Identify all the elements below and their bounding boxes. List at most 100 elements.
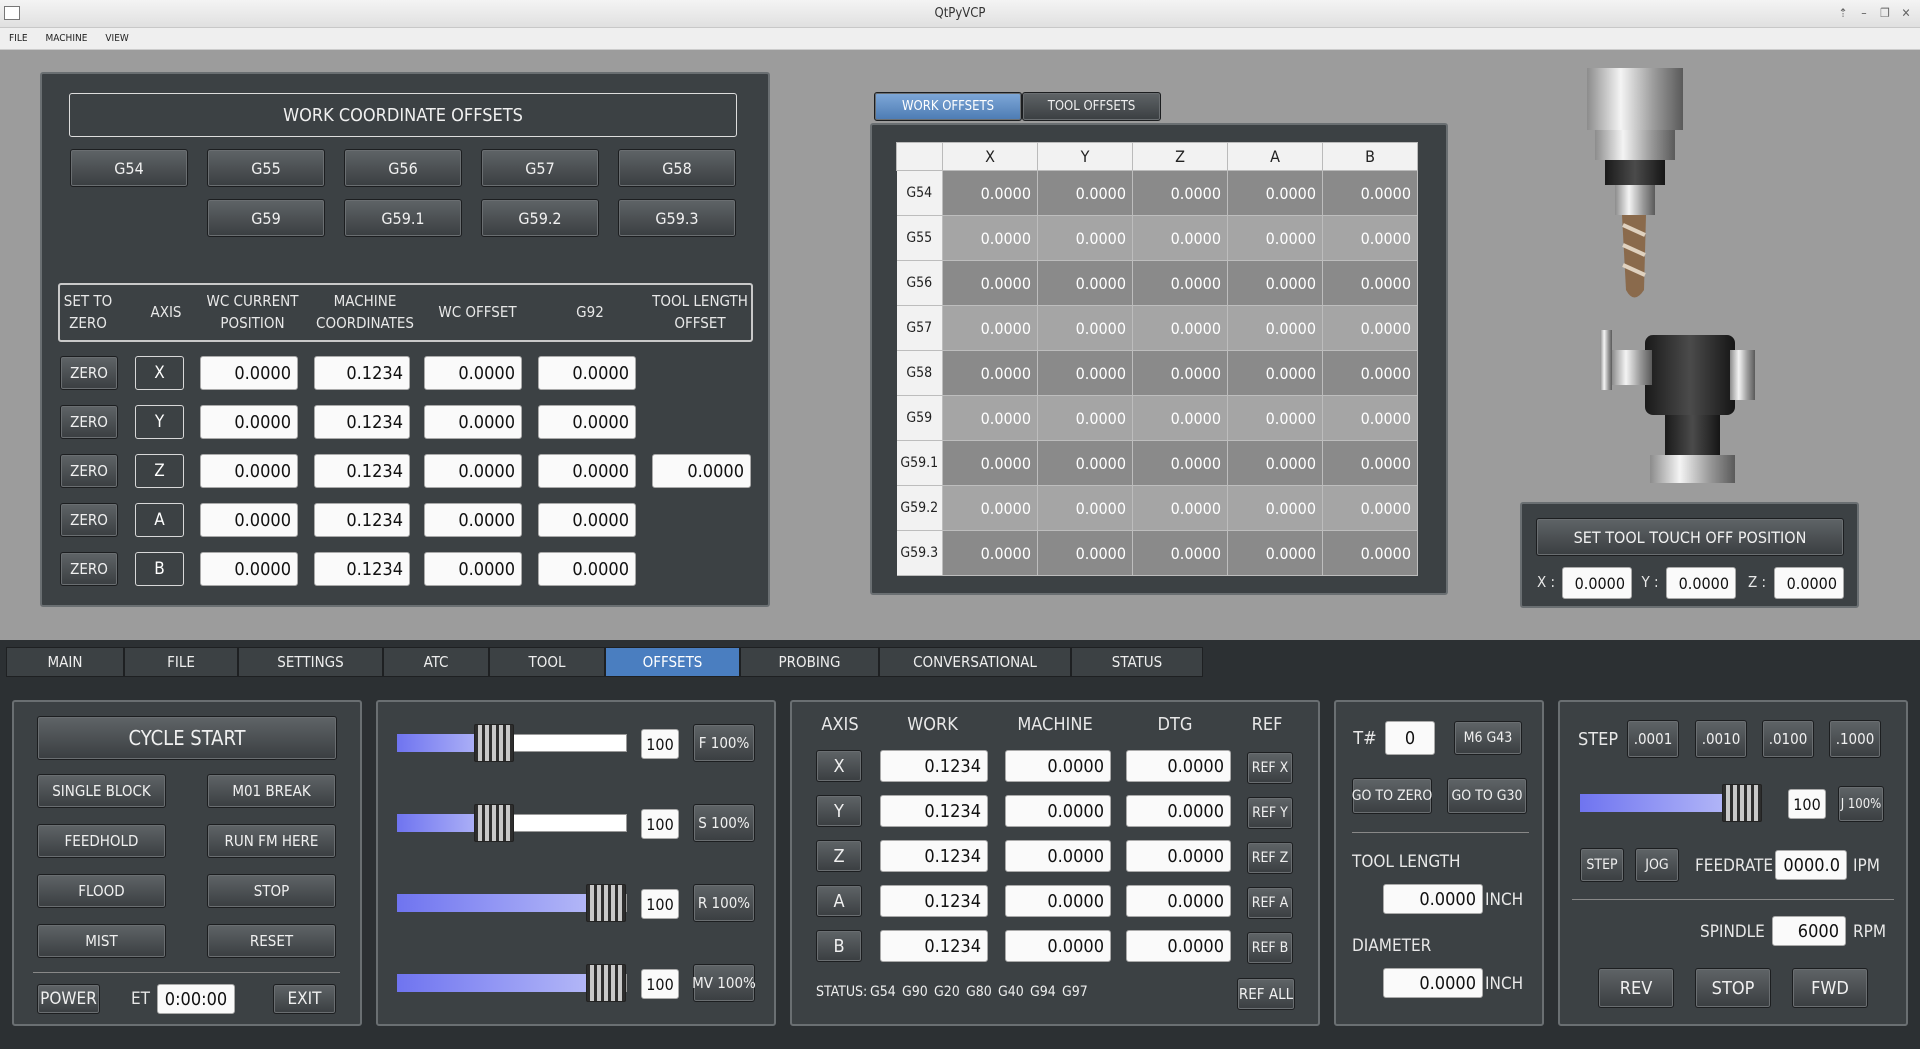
offset-cell[interactable]: 0.0000 [1322, 350, 1418, 396]
set-touchoff-button[interactable]: SET TOOL TOUCH OFF POSITION [1536, 518, 1844, 556]
tab-settings[interactable]: SETTINGS [238, 647, 383, 677]
rapid-slider-handle[interactable] [586, 884, 627, 922]
offset-cell[interactable]: 0.0000 [1322, 170, 1418, 216]
dro-axis-y-button[interactable]: Y [816, 795, 862, 827]
offset-cell[interactable]: 0.0000 [1227, 440, 1323, 486]
go-to-g30-button[interactable]: GO TO G30 [1447, 778, 1527, 814]
offset-cell[interactable]: 0.0000 [1227, 395, 1323, 441]
wco-g54-button[interactable]: G54 [70, 149, 188, 187]
offset-cell[interactable]: 0.0000 [942, 440, 1038, 486]
dro-axis-b-button[interactable]: B [816, 930, 862, 962]
offset-cell[interactable]: 0.0000 [1037, 170, 1133, 216]
spindle-fwd-button[interactable]: FWD [1792, 968, 1868, 1008]
step-0100-button[interactable]: .0100 [1762, 720, 1814, 758]
menu-view[interactable]: VIEW [96, 28, 137, 50]
spindle-rpm-field[interactable]: 6000 [1772, 916, 1846, 946]
spindle-override-button[interactable]: S 100% [693, 804, 755, 842]
offset-cell[interactable]: 0.0000 [1132, 530, 1228, 576]
offset-cell[interactable]: 0.0000 [1227, 485, 1323, 531]
offset-cell[interactable]: 0.0000 [1322, 440, 1418, 486]
offset-cell[interactable]: 0.0000 [1037, 485, 1133, 531]
menu-file[interactable]: FILE [0, 28, 37, 50]
tab-tool-offsets[interactable]: TOOL OFFSETS [1022, 92, 1161, 121]
offset-cell[interactable]: 0.0000 [1037, 215, 1133, 261]
offset-cell[interactable]: 0.0000 [1322, 395, 1418, 441]
rapid-override-button[interactable]: R 100% [693, 884, 755, 922]
wco-g56-button[interactable]: G56 [344, 149, 462, 187]
jog-speed-slider[interactable] [1580, 784, 1762, 822]
offset-cell[interactable]: 0.0000 [1227, 350, 1323, 396]
touchoff-x-field[interactable]: 0.0000 [1562, 567, 1632, 599]
cycle-start-button[interactable]: CYCLE START [37, 716, 337, 760]
offset-cell[interactable]: 0.0000 [1322, 485, 1418, 531]
touchoff-z-field[interactable]: 0.0000 [1774, 567, 1844, 599]
stop-button[interactable]: STOP [207, 874, 336, 908]
rapid-override-slider[interactable] [397, 884, 627, 922]
offset-cell[interactable]: 0.0000 [1227, 215, 1323, 261]
dro-axis-x-button[interactable]: X [816, 750, 862, 782]
ref-y-button[interactable]: REF Y [1247, 797, 1293, 829]
ref-all-button[interactable]: REF ALL [1237, 978, 1295, 1010]
offset-cell[interactable]: 0.0000 [942, 530, 1038, 576]
power-button[interactable]: POWER [37, 984, 100, 1014]
offset-cell[interactable]: 0.0000 [1227, 530, 1323, 576]
tool-number-field[interactable]: 0 [1385, 721, 1435, 755]
offset-cell[interactable]: 0.0000 [1132, 215, 1228, 261]
offset-cell[interactable]: 0.0000 [1322, 260, 1418, 306]
wco-g59-button[interactable]: G59 [207, 199, 325, 237]
zero-b-button[interactable]: ZERO [60, 552, 118, 586]
close-icon[interactable]: ✕ [1899, 6, 1913, 20]
offset-cell[interactable]: 0.0000 [1037, 260, 1133, 306]
minimize-icon[interactable]: – [1857, 6, 1871, 20]
offset-cell[interactable]: 0.0000 [942, 485, 1038, 531]
offset-cell[interactable]: 0.0000 [1132, 395, 1228, 441]
offset-cell[interactable]: 0.0000 [942, 260, 1038, 306]
jog-override-button[interactable]: J 100% [1838, 786, 1884, 822]
m01-break-button[interactable]: M01 BREAK [207, 774, 336, 808]
offset-cell[interactable]: 0.0000 [1132, 260, 1228, 306]
feed-slider-handle[interactable] [473, 724, 514, 762]
wco-g55-button[interactable]: G55 [207, 149, 325, 187]
spindle-slider-handle[interactable] [473, 804, 514, 842]
tab-tool[interactable]: TOOL [489, 647, 605, 677]
offset-cell[interactable]: 0.0000 [1037, 440, 1133, 486]
offset-cell[interactable]: 0.0000 [942, 305, 1038, 351]
offset-cell[interactable]: 0.0000 [942, 215, 1038, 261]
single-block-button[interactable]: SINGLE BLOCK [37, 774, 166, 808]
dro-axis-z-button[interactable]: Z [816, 840, 862, 872]
step-0010-button[interactable]: .0010 [1695, 720, 1747, 758]
offset-cell[interactable]: 0.0000 [1037, 530, 1133, 576]
wco-g59-2-button[interactable]: G59.2 [481, 199, 599, 237]
tab-main[interactable]: MAIN [6, 647, 124, 677]
offset-cell[interactable]: 0.0000 [1037, 305, 1133, 351]
m6-g43-button[interactable]: M6 G43 [1454, 721, 1522, 755]
wco-g59-1-button[interactable]: G59.1 [344, 199, 462, 237]
reset-button[interactable]: RESET [207, 924, 336, 958]
tab-probing[interactable]: PROBING [740, 647, 879, 677]
offset-cell[interactable]: 0.0000 [1132, 485, 1228, 531]
wco-g59-3-button[interactable]: G59.3 [618, 199, 736, 237]
exit-button[interactable]: EXIT [273, 984, 336, 1014]
dro-axis-a-button[interactable]: A [816, 885, 862, 917]
step-0001-button[interactable]: .0001 [1627, 720, 1679, 758]
step-1000-button[interactable]: .1000 [1829, 720, 1881, 758]
ref-z-button[interactable]: REF Z [1247, 842, 1293, 874]
menu-machine[interactable]: MACHINE [37, 28, 97, 50]
offset-cell[interactable]: 0.0000 [942, 350, 1038, 396]
offset-cell[interactable]: 0.0000 [942, 170, 1038, 216]
tool-length-field[interactable]: 0.0000 [1383, 884, 1483, 914]
spindle-stop-button[interactable]: STOP [1695, 968, 1771, 1008]
tab-atc[interactable]: ATC [383, 647, 489, 677]
offset-cell[interactable]: 0.0000 [1132, 350, 1228, 396]
feedhold-button[interactable]: FEEDHOLD [37, 824, 166, 858]
jog-slider-handle[interactable] [1722, 784, 1762, 822]
max-velocity-override-button[interactable]: MV 100% [692, 964, 756, 1002]
ref-b-button[interactable]: REF B [1247, 932, 1293, 964]
offset-cell[interactable]: 0.0000 [1322, 530, 1418, 576]
offset-cell[interactable]: 0.0000 [942, 395, 1038, 441]
spindle-rev-button[interactable]: REV [1598, 968, 1674, 1008]
maximize-icon[interactable]: ❐ [1878, 6, 1892, 20]
mist-button[interactable]: MIST [37, 924, 166, 958]
jog-mode-button[interactable]: JOG [1635, 848, 1679, 882]
offset-cell[interactable]: 0.0000 [1322, 305, 1418, 351]
